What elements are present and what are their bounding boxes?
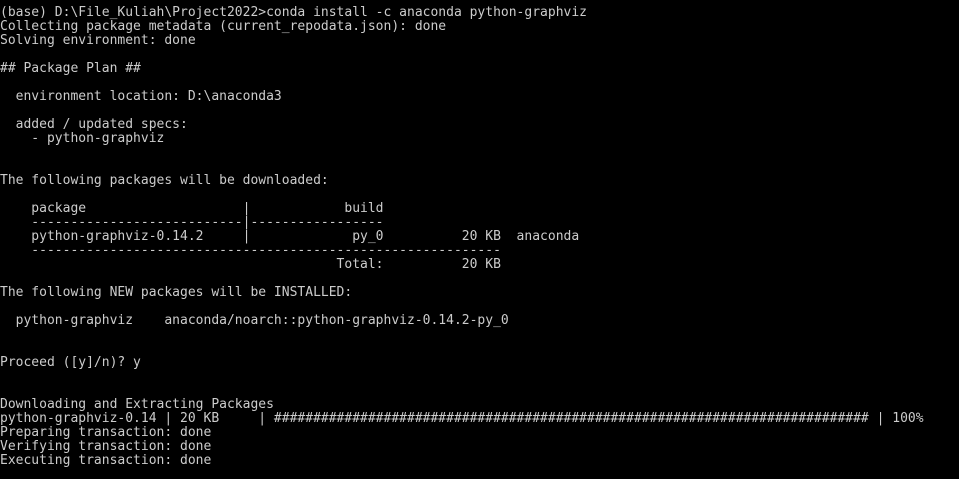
- output-line: Solving environment: done: [0, 34, 196, 48]
- install-heading: The following NEW packages will be INSTA…: [0, 286, 353, 300]
- environment-location-line: environment location: D:\anaconda3: [0, 90, 282, 104]
- downloading-heading: Downloading and Extracting Packages: [0, 398, 274, 412]
- terminal-window[interactable]: (base) D:\File_Kuliah\Project2022>conda …: [0, 0, 959, 479]
- download-progress-line: python-graphviz-0.14 | 20 KB | #########…: [0, 412, 924, 426]
- package-table-header: package | build: [0, 202, 384, 216]
- specs-heading: added / updated specs:: [0, 118, 188, 132]
- package-table-separator: ----------------------------------------…: [0, 244, 501, 258]
- prompt-command-line: (base) D:\File_Kuliah\Project2022>conda …: [0, 6, 587, 20]
- proceed-prompt: Proceed ([y]/n)? y: [0, 356, 141, 370]
- download-heading: The following packages will be downloade…: [0, 174, 329, 188]
- package-table-total: Total: 20 KB: [0, 258, 501, 272]
- package-plan-heading: ## Package Plan ##: [0, 62, 141, 76]
- transaction-status-line: Executing transaction: done: [0, 454, 212, 468]
- transaction-status-line: Verifying transaction: done: [0, 440, 212, 454]
- package-table-separator: ---------------------------|------------…: [0, 216, 384, 230]
- package-table-row: python-graphviz-0.14.2 | py_0 20 KB anac…: [0, 230, 580, 244]
- transaction-status-line: Preparing transaction: done: [0, 426, 212, 440]
- output-line: Collecting package metadata (current_rep…: [0, 20, 447, 34]
- spec-item: - python-graphviz: [0, 132, 165, 146]
- install-package-line: python-graphviz anaconda/noarch::python-…: [0, 314, 509, 328]
